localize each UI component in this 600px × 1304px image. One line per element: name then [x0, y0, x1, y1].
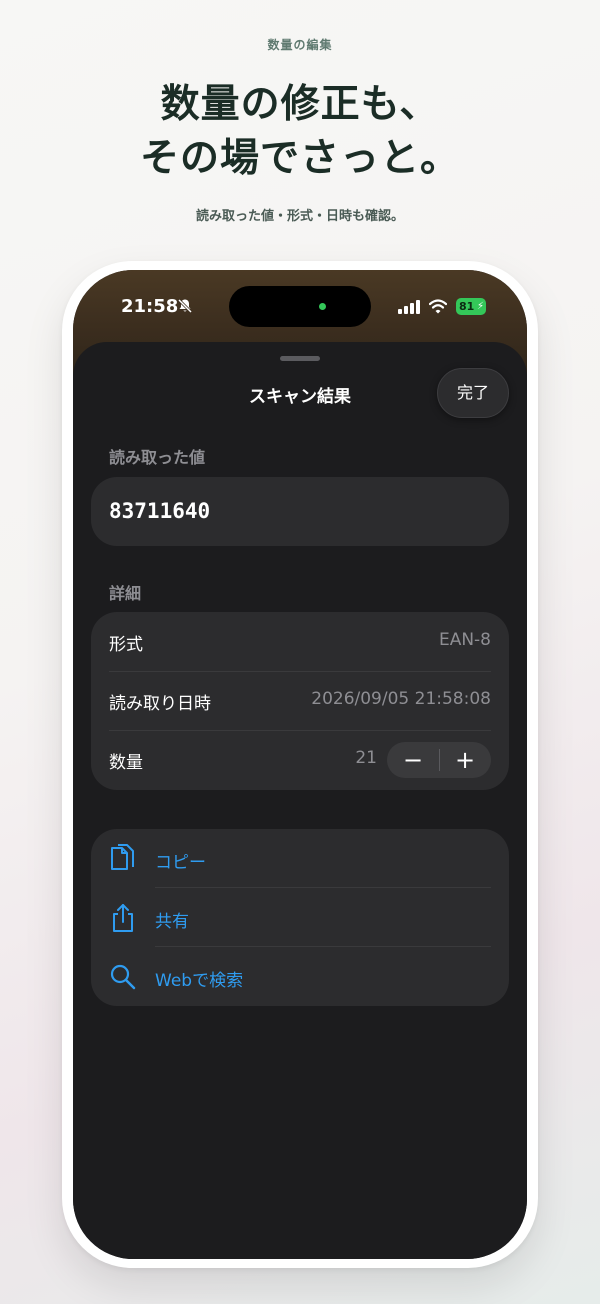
sheet-grabber[interactable]: [280, 356, 320, 361]
action-web-search[interactable]: Webで検索: [91, 947, 509, 1006]
action-copy[interactable]: コピー: [91, 829, 509, 888]
scanned-value-card[interactable]: 83711640: [91, 477, 509, 546]
cellular-signal-icon: [398, 300, 420, 314]
quantity-value: 21: [355, 748, 377, 768]
headline-line-2: その場でさっと。: [139, 136, 460, 181]
detail-row-datetime: 読み取り日時 2026/09/05 21:58:08: [91, 671, 509, 730]
increment-button[interactable]: +: [439, 742, 491, 778]
battery-level: 81: [459, 300, 475, 313]
scanned-value[interactable]: 83711640: [109, 499, 210, 523]
share-icon: [113, 904, 133, 932]
copy-icon: [111, 844, 134, 870]
search-icon: [110, 964, 136, 990]
actions-card: コピー 共有 Webで検索: [91, 829, 509, 1006]
battery-icon: 81 ⚡: [456, 298, 486, 315]
share-label: 共有: [155, 912, 189, 932]
status-time: 21:58: [121, 296, 179, 317]
dynamic-island: [229, 286, 371, 327]
action-share[interactable]: 共有: [91, 888, 509, 947]
quantity-stepper[interactable]: − +: [387, 742, 491, 778]
format-label: 形式: [109, 635, 143, 655]
copy-label: コピー: [155, 853, 206, 873]
format-value: EAN-8: [438, 630, 491, 650]
quantity-label: 数量: [109, 753, 143, 773]
phone-screen: 21:58 81 ⚡ スキャン結果 完了 読み取った値 83711640 詳細: [73, 270, 527, 1259]
detail-row-quantity: 数量 21 − +: [91, 730, 509, 789]
web-search-label: Webで検索: [155, 971, 244, 991]
promo-subhead: 読み取った値・形式・日時も確認。: [195, 209, 404, 224]
result-sheet: スキャン結果 完了 読み取った値 83711640 詳細 形式 EAN-8 読み…: [73, 342, 527, 1259]
charging-bolt-icon: ⚡: [476, 301, 484, 312]
details-card: 形式 EAN-8 読み取り日時 2026/09/05 21:58:08 数量 2…: [91, 612, 509, 790]
detail-row-format: 形式 EAN-8: [91, 612, 509, 671]
done-button[interactable]: 完了: [437, 368, 509, 418]
decrement-button[interactable]: −: [387, 742, 439, 778]
bell-slash-icon: [177, 298, 193, 314]
datetime-label: 読み取り日時: [109, 694, 211, 714]
value-section-label: 読み取った値: [109, 448, 206, 467]
headline-line-1: 数量の修正も、: [160, 82, 440, 127]
promo-headline: 数量の修正も、 その場でさっと。: [0, 78, 600, 186]
details-section-label: 詳細: [109, 584, 142, 603]
wifi-icon: [429, 299, 447, 314]
camera-indicator: [319, 303, 326, 310]
datetime-value: 2026/09/05 21:58:08: [311, 689, 491, 709]
promo-eyebrow: 数量の編集: [267, 38, 333, 52]
